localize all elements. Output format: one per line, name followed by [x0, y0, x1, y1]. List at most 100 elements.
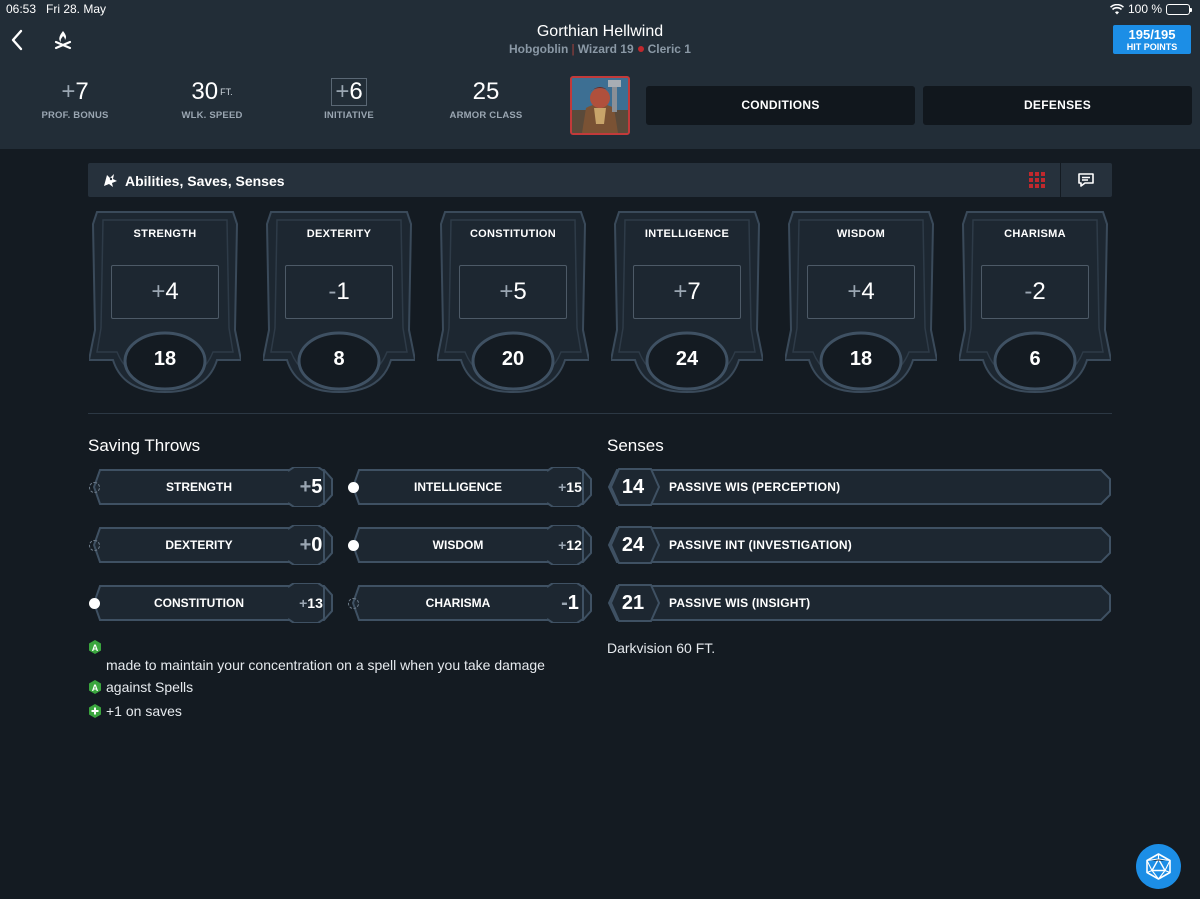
modifier-sign: +	[299, 476, 312, 498]
ability-modifier: +5	[459, 265, 567, 319]
proficiency-indicator	[89, 598, 100, 609]
bonus-icon	[89, 704, 101, 718]
save-strength[interactable]: STRENGTH +5	[88, 467, 334, 507]
initiative-box: +6	[331, 78, 367, 106]
sense-passive-perception[interactable]: 14 PASSIVE WIS (PERCEPTION)	[607, 467, 1112, 507]
conditions-button[interactable]: CONDITIONS	[646, 86, 915, 125]
ability-strength[interactable]: STRENGTH +4 18	[89, 210, 241, 394]
save-modifier: +12	[547, 525, 593, 565]
ability-score: 18	[153, 348, 177, 370]
save-modifier: +15	[547, 467, 593, 507]
ability-score: 20	[501, 348, 525, 370]
ability-dexterity[interactable]: DEXTERITY -1 8	[263, 210, 415, 394]
advantage-icon: A	[89, 680, 101, 694]
modifier-value: 1	[336, 278, 350, 305]
ability-modifier: +7	[633, 265, 741, 319]
ability-name: STRENGTH	[133, 228, 197, 240]
save-name: STRENGTH	[166, 480, 232, 494]
hit-points-label: HIT POINTS	[1126, 42, 1178, 52]
dice-roller-button[interactable]	[1136, 844, 1181, 889]
stat-value: 6	[349, 78, 363, 105]
class-separator-dot	[637, 46, 644, 52]
dragon-head-icon	[104, 174, 117, 187]
battery-percent: 100 %	[1127, 2, 1162, 16]
save-dexterity[interactable]: DEXTERITY +0	[88, 525, 334, 565]
ability-name: DEXTERITY	[306, 228, 372, 240]
save-note-text: made to maintain your concentration on a…	[106, 657, 545, 673]
sense-value: 21	[621, 592, 645, 614]
hit-points-box[interactable]: 195/195 HIT POINTS	[1113, 25, 1191, 54]
battery-icon	[1166, 3, 1192, 15]
ability-score: 18	[849, 348, 873, 370]
character-portrait[interactable]	[570, 76, 630, 135]
modifier-sign: +	[151, 278, 166, 305]
modifier-value: 7	[687, 278, 701, 305]
sense-value: 14	[621, 476, 645, 498]
sense-name: PASSIVE WIS (PERCEPTION)	[669, 480, 841, 494]
sense-passive-investigation[interactable]: 24 PASSIVE INT (INVESTIGATION)	[607, 525, 1112, 565]
stat-sign: +	[61, 78, 76, 105]
armor-class[interactable]: 25 ARMOR CLASS	[426, 78, 546, 121]
advantage-icon: A	[89, 640, 101, 654]
save-note-text: against Spells	[106, 679, 194, 695]
stat-value: 25	[472, 78, 500, 105]
save-name: CHARISMA	[425, 596, 491, 610]
abilities-section-header: Abilities, Saves, Senses	[88, 163, 1112, 197]
save-charisma[interactable]: CHARISMA -1	[347, 583, 593, 623]
character-summary: Hobgoblin | Wizard 19 Cleric 1	[0, 42, 1200, 56]
status-date: Fri 28. May	[46, 2, 107, 16]
modifier-value: 13	[307, 595, 323, 611]
save-modifier: -1	[547, 583, 593, 623]
ability-intelligence[interactable]: INTELLIGENCE +7 24	[611, 210, 763, 394]
initiative[interactable]: +6 INITIATIVE	[289, 78, 409, 121]
save-note-text: +1 on saves	[106, 703, 182, 719]
character-race: Hobgoblin	[509, 42, 569, 56]
walking-speed[interactable]: 30 FT. WLK. SPEED	[152, 78, 272, 121]
speech-bubble-icon	[1078, 173, 1094, 187]
proficiency-indicator	[348, 540, 359, 551]
proficiency-indicator	[89, 540, 100, 551]
defenses-button[interactable]: DEFENSES	[923, 86, 1192, 125]
stat-value: 30	[191, 78, 219, 105]
ability-constitution[interactable]: CONSTITUTION +5 20	[437, 210, 589, 394]
save-name: DEXTERITY	[165, 538, 233, 552]
modifier-value: 12	[566, 537, 582, 553]
ability-score: 24	[675, 348, 699, 370]
sense-name: PASSIVE INT (INVESTIGATION)	[669, 538, 852, 552]
ability-wisdom[interactable]: WISDOM +4 18	[785, 210, 937, 394]
grid-icon	[1029, 172, 1045, 188]
modifier-value: 5	[311, 476, 323, 498]
stat-label: ARMOR CLASS	[449, 110, 523, 121]
character-class-2: Cleric 1	[647, 42, 691, 56]
ability-charisma[interactable]: CHARISMA -2 6	[959, 210, 1111, 394]
proficiency-indicator	[348, 598, 359, 609]
ability-modifier: -1	[285, 265, 393, 319]
ability-modifier: -2	[981, 265, 1089, 319]
senses-title: Senses	[607, 436, 664, 455]
layout-grid-button[interactable]	[1027, 170, 1047, 190]
save-constitution[interactable]: CONSTITUTION +13	[88, 583, 334, 623]
proficiency-bonus: +7 PROF. BONUS	[15, 78, 135, 121]
character-name: Gorthian Hellwind	[536, 23, 664, 40]
notes-button[interactable]	[1076, 170, 1096, 190]
sense-value: 24	[621, 534, 645, 556]
ability-score: 8	[333, 348, 345, 370]
save-intelligence[interactable]: INTELLIGENCE +15	[347, 467, 593, 507]
modifier-sign: +	[673, 278, 688, 305]
sense-passive-insight[interactable]: 21 PASSIVE WIS (INSIGHT)	[607, 583, 1112, 623]
saving-throws-title: Saving Throws	[88, 436, 201, 455]
senses-note: Darkvision 60 FT.	[607, 640, 716, 656]
modifier-value: 15	[566, 479, 582, 495]
section-divider	[88, 413, 1112, 414]
ability-name: CONSTITUTION	[469, 228, 557, 240]
save-name: WISDOM	[432, 538, 484, 552]
divider	[1060, 163, 1061, 197]
stat-label: INITIATIVE	[324, 110, 374, 121]
character-class-1: Wizard 19	[577, 42, 634, 56]
stat-value: 7	[75, 78, 89, 105]
proficiency-indicator	[348, 482, 359, 493]
separator: |	[571, 42, 575, 56]
modifier-value: 4	[165, 278, 179, 305]
save-wisdom[interactable]: WISDOM +12	[347, 525, 593, 565]
d20-icon	[1146, 853, 1171, 880]
